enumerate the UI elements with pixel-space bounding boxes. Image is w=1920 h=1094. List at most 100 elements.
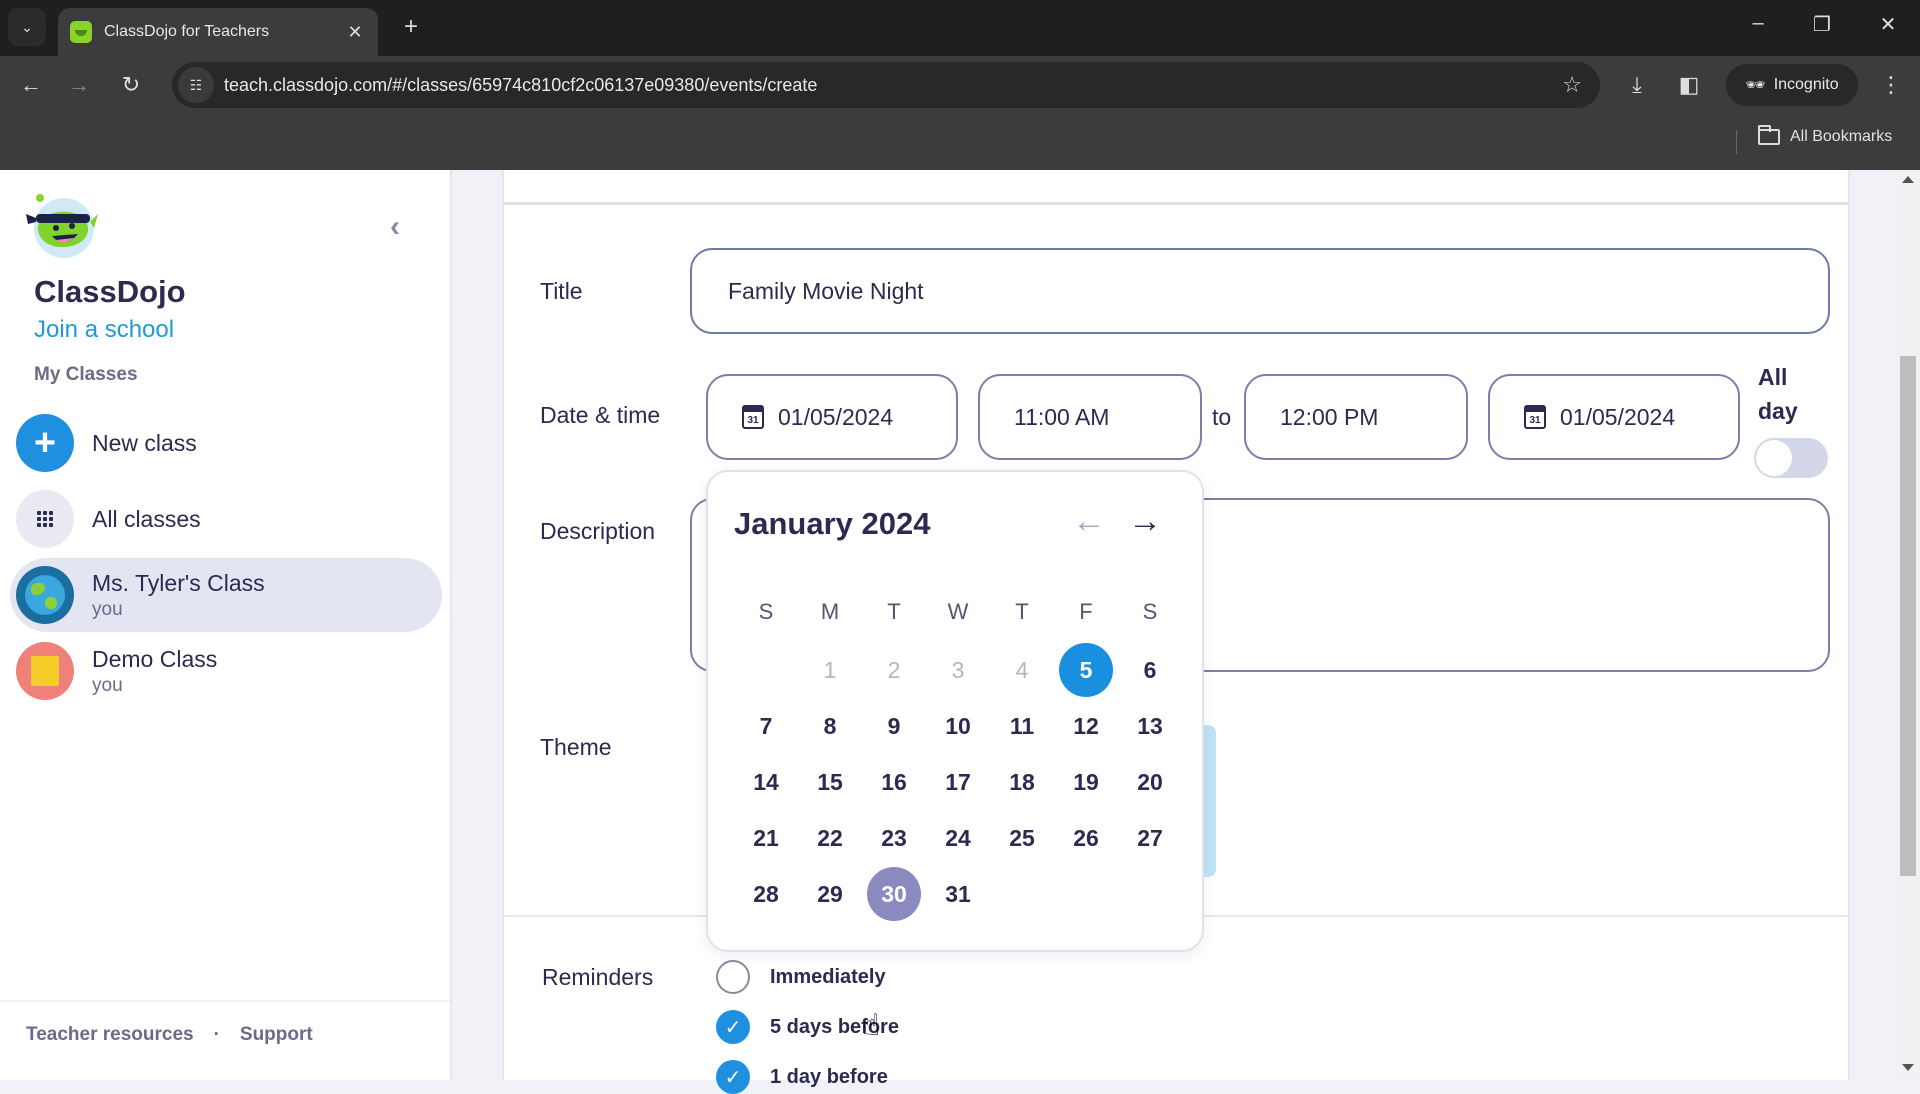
collapse-sidebar-button[interactable]: ‹ (380, 212, 410, 242)
unchecked-circle-icon[interactable] (716, 960, 750, 994)
site-settings-icon[interactable]: ☷ (178, 67, 214, 103)
reload-icon[interactable]: ↻ (116, 70, 146, 100)
incognito-badge[interactable]: 🕶 Incognito (1726, 64, 1858, 106)
hand-cursor-icon: ☝ (862, 1009, 881, 1042)
scroll-up-arrow-icon[interactable] (1902, 176, 1914, 183)
calendar-icon: 31 (1524, 405, 1546, 429)
end-time-value: 12:00 PM (1280, 403, 1379, 430)
minimize-icon[interactable]: – (1738, 12, 1778, 35)
calendar-day[interactable]: 7 (734, 698, 798, 754)
calendar-day[interactable]: 16 (862, 754, 926, 810)
title-input[interactable]: Family Movie Night (690, 248, 1830, 334)
empty-day-cell (734, 642, 798, 698)
previous-month-arrow-icon[interactable]: ← (1072, 502, 1106, 541)
day-number: 8 (823, 712, 837, 739)
calendar-day[interactable]: 31 (926, 866, 990, 922)
date-picker-grid: S M T W T F S 1 2 3 4 5 6 7 8 9 10 11 12 13 14 15 16 17 18 19 20 21… (734, 582, 1182, 922)
end-date-input[interactable]: 31 01/05/2024 (1488, 374, 1740, 460)
date-time-label: Date & time (540, 402, 661, 428)
support-link[interactable]: Support (240, 1024, 313, 1046)
sidebar-item-all-classes[interactable]: All classes (10, 482, 442, 556)
calendar-day[interactable]: 29 (798, 866, 862, 922)
address-bar[interactable]: ☷ teach.classdojo.com/#/classes/65974c81… (172, 62, 1600, 108)
day-number: 30 (867, 867, 921, 921)
start-time-input[interactable]: 11:00 AM (978, 374, 1202, 460)
reminder-1-day-before[interactable]: ✓ 1 day before (716, 1060, 888, 1094)
more-menu-icon[interactable]: ⋮ (1876, 70, 1906, 100)
calendar-day[interactable]: 22 (798, 810, 862, 866)
end-time-input[interactable]: 12:00 PM (1244, 374, 1468, 460)
grid-icon (16, 490, 74, 548)
calendar-day[interactable]: 24 (926, 810, 990, 866)
weekday-header: T (1015, 599, 1029, 624)
calendar-day[interactable]: 10 (926, 698, 990, 754)
close-tab-icon[interactable]: ✕ (344, 22, 366, 43)
calendar-day[interactable]: 15 (798, 754, 862, 810)
sidebar-item-label: All classes (92, 505, 201, 532)
day-number: 18 (1009, 768, 1035, 795)
scroll-down-arrow-icon[interactable] (1902, 1064, 1914, 1071)
all-bookmarks-button[interactable]: All Bookmarks (1758, 125, 1892, 146)
teacher-resources-link[interactable]: Teacher resources (26, 1024, 194, 1046)
side-panel-icon[interactable]: ◧ (1674, 70, 1704, 100)
description-label: Description (540, 518, 656, 544)
forward-icon[interactable]: → (64, 70, 94, 100)
calendar-day[interactable]: 11 (990, 698, 1054, 754)
calendar-day[interactable]: 23 (862, 810, 926, 866)
browser-toolbar: ← → ↻ ☷ teach.classdojo.com/#/classes/65… (0, 56, 1920, 114)
bookmark-star-icon[interactable]: ☆ (1562, 72, 1582, 98)
sidebar-item-ms-tylers-class[interactable]: Ms. Tyler's Class you (10, 558, 442, 632)
plus-icon: + (16, 414, 74, 472)
day-number: 24 (945, 824, 971, 851)
browser-tab[interactable]: ClassDojo for Teachers ✕ (58, 8, 378, 56)
day-number: 27 (1137, 824, 1163, 851)
calendar-day[interactable]: 20 (1118, 754, 1182, 810)
close-window-icon[interactable]: ✕ (1868, 12, 1908, 37)
day-number: 3 (951, 656, 965, 683)
calendar-day[interactable]: 19 (1054, 754, 1118, 810)
scrollbar-thumb[interactable] (1900, 356, 1916, 876)
calendar-day: 3 (926, 642, 990, 698)
checkmark-icon[interactable]: ✓ (716, 1010, 750, 1044)
day-number: 21 (753, 824, 779, 851)
reminder-label: Immediately (770, 965, 886, 988)
reminder-immediately[interactable]: Immediately (716, 960, 886, 994)
start-date-input[interactable]: 31 01/05/2024 (706, 374, 958, 460)
theme-preview[interactable] (1204, 725, 1216, 877)
join-school-link[interactable]: Join a school (34, 316, 174, 344)
calendar-day[interactable]: 12 (1054, 698, 1118, 754)
calendar-day[interactable]: 28 (734, 866, 798, 922)
selected-day[interactable]: 5 (1054, 642, 1118, 698)
back-icon[interactable]: ← (16, 70, 46, 100)
calendar-day[interactable]: 13 (1118, 698, 1182, 754)
calendar-day[interactable]: 30 (862, 866, 926, 922)
calendar-day[interactable]: 21 (734, 810, 798, 866)
new-tab-button[interactable]: + (398, 14, 424, 40)
all-day-toggle[interactable] (1754, 438, 1828, 478)
sidebar-item-new-class[interactable]: + New class (10, 406, 442, 480)
reminders-label: Reminders (542, 964, 654, 990)
classdojo-logo-icon (26, 194, 98, 258)
page-scrollbar[interactable] (1896, 170, 1920, 1080)
footer-separator: · (213, 1024, 220, 1045)
calendar-day[interactable]: 17 (926, 754, 990, 810)
url-text[interactable]: teach.classdojo.com/#/classes/65974c810c… (224, 75, 1562, 96)
download-icon[interactable]: ⤓ (1622, 70, 1652, 100)
calendar-day[interactable]: 26 (1054, 810, 1118, 866)
sidebar-item-demo-class[interactable]: Demo Class you (10, 634, 442, 708)
calendar-day[interactable]: 14 (734, 754, 798, 810)
page: ‹ ClassDojo Join a school My Classes + N… (0, 170, 1920, 1094)
calendar-day[interactable]: 27 (1118, 810, 1182, 866)
next-month-arrow-icon[interactable]: → (1128, 502, 1162, 541)
day-number: 5 (1059, 643, 1113, 697)
tab-list-button[interactable]: ⌄ (8, 8, 46, 46)
calendar-day[interactable]: 25 (990, 810, 1054, 866)
calendar-day[interactable]: 18 (990, 754, 1054, 810)
checkmark-icon[interactable]: ✓ (716, 1060, 750, 1094)
calendar-day[interactable]: 9 (862, 698, 926, 754)
calendar-day[interactable]: 8 (798, 698, 862, 754)
date-picker-month: January 2024 (734, 506, 931, 541)
day-number: 23 (881, 824, 907, 851)
restore-icon[interactable]: ❐ (1802, 12, 1842, 37)
calendar-day[interactable]: 6 (1118, 642, 1182, 698)
